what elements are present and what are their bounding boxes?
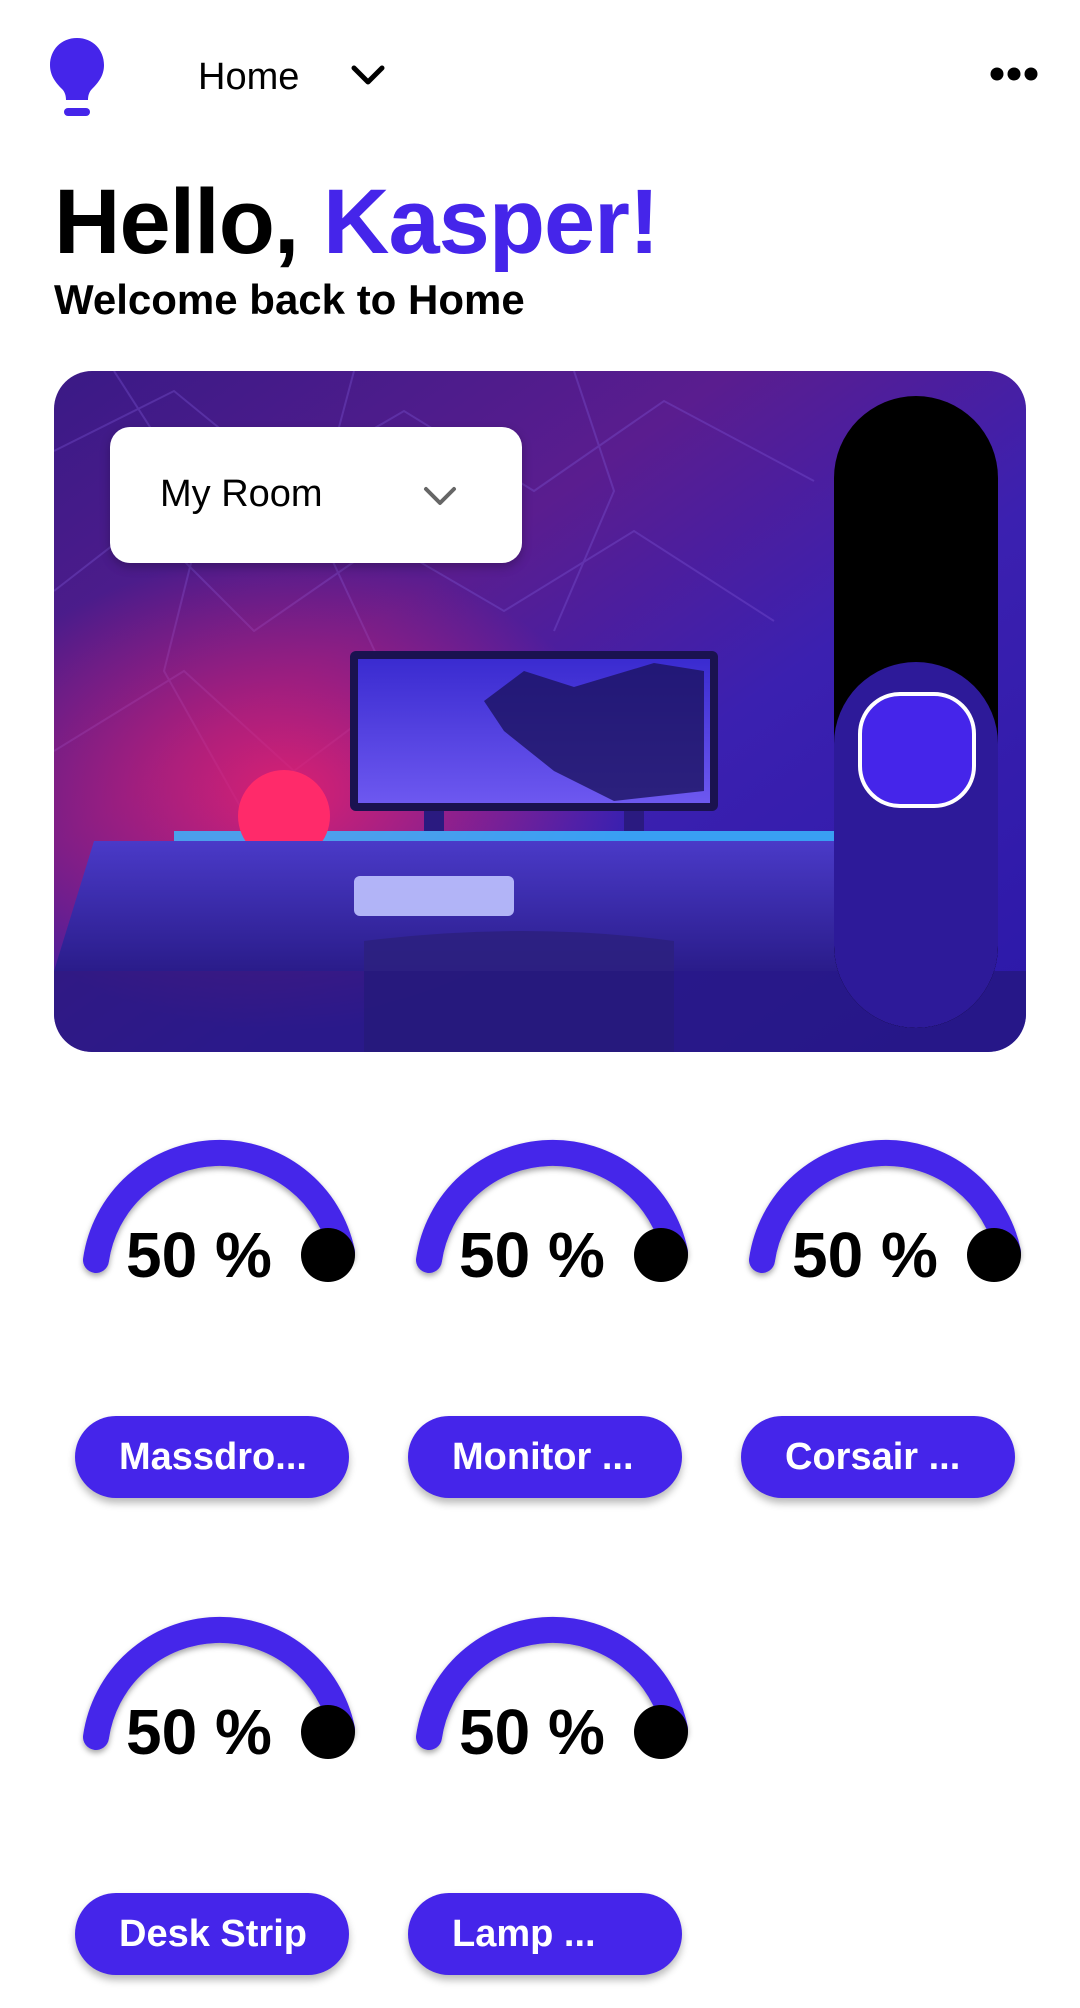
gauge-knob[interactable] — [634, 1228, 688, 1282]
device-name-button[interactable]: Massdro... — [75, 1416, 349, 1498]
device-name-button[interactable]: Corsair ... — [741, 1416, 1015, 1498]
lightbulb-icon[interactable] — [48, 36, 106, 120]
greeting-subtitle: Welcome back to Home — [54, 276, 525, 323]
more-horizontal-icon[interactable] — [990, 66, 1038, 82]
brightness-slider-thumb[interactable] — [858, 692, 976, 808]
device-level-text: 50 % — [126, 1219, 272, 1291]
device-name-button[interactable]: Monitor ... — [408, 1416, 682, 1498]
device-name-button[interactable]: Desk Strip — [75, 1893, 349, 1975]
room-dropdown[interactable]: My Room — [110, 427, 522, 563]
device-level-gauge[interactable]: 50 % — [742, 1120, 1032, 1320]
chevron-down-icon — [424, 487, 456, 505]
device-level-gauge[interactable]: 50 % — [76, 1120, 366, 1320]
device-level-text: 50 % — [459, 1219, 605, 1291]
chevron-down-icon[interactable] — [350, 62, 386, 88]
gauge-knob[interactable] — [634, 1705, 688, 1759]
greeting-hello: Hello, — [54, 171, 324, 273]
greeting-user-name: Kasper! — [323, 171, 660, 273]
home-selector-label[interactable]: Home — [198, 56, 299, 99]
gauge-knob[interactable] — [967, 1228, 1021, 1282]
device-level-gauge[interactable]: 50 % — [76, 1597, 366, 1797]
room-dropdown-value: My Room — [160, 473, 323, 515]
device-level-text: 50 % — [126, 1696, 272, 1768]
gauge-knob[interactable] — [301, 1228, 355, 1282]
device-level-gauge[interactable]: 50 % — [409, 1597, 699, 1797]
gauge-knob[interactable] — [301, 1705, 355, 1759]
brightness-slider[interactable] — [834, 396, 998, 1028]
top-bar: Home — [0, 0, 1080, 150]
greeting-title: Hello, Kasper! — [54, 170, 660, 275]
device-level-text: 50 % — [459, 1696, 605, 1768]
room-card: My Room — [54, 371, 1026, 1052]
device-level-text: 50 % — [792, 1219, 938, 1291]
device-name-button[interactable]: Lamp ... — [408, 1893, 682, 1975]
device-level-gauge[interactable]: 50 % — [409, 1120, 699, 1320]
